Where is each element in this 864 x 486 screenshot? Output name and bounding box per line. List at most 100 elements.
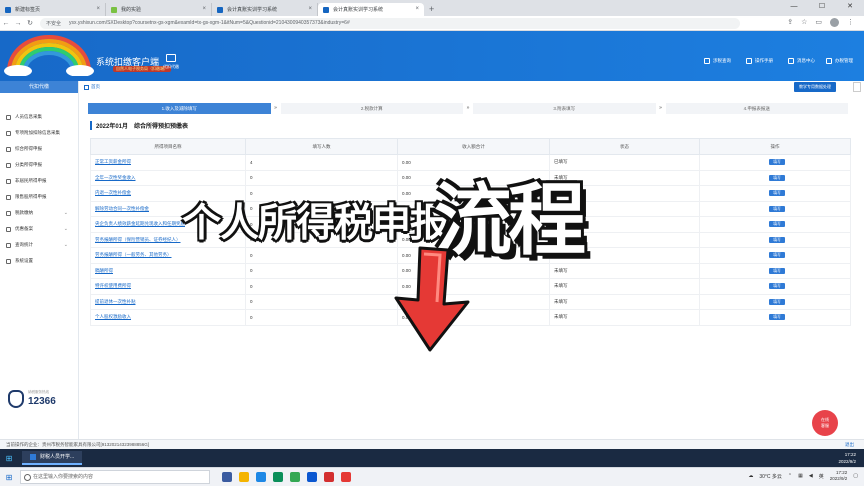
income-item-link[interactable]: 劳务报酬所得（一般劳务、其他劳务） xyxy=(90,247,246,264)
fill-button[interactable]: 填写 xyxy=(769,205,785,212)
fill-button[interactable]: 填写 xyxy=(769,283,785,290)
back-icon[interactable]: ← xyxy=(0,20,12,27)
browser-tab[interactable]: 会计真账实训学习系统 × xyxy=(212,3,318,16)
ime-indicator[interactable]: 英 xyxy=(819,473,824,480)
browser-tab[interactable]: 新建标签页 × xyxy=(0,3,106,16)
document-icon xyxy=(6,146,11,152)
sidebar-item-preference[interactable]: 优惠备案 ⌄ xyxy=(0,221,78,237)
running-app[interactable]: 财税人员开学... xyxy=(22,451,83,465)
security-label[interactable]: 不安全 xyxy=(46,20,61,27)
close-icon[interactable]: × xyxy=(308,6,312,12)
chevron-up-icon[interactable]: ⌃ xyxy=(788,473,792,479)
notification-icon[interactable]: ▢ xyxy=(853,473,858,479)
close-icon[interactable]: × xyxy=(96,6,100,12)
sidebar-item-comprehensive[interactable]: 综合所得申报 xyxy=(0,141,78,157)
browser-tab[interactable]: 我的实验 × xyxy=(106,3,212,16)
page-icon xyxy=(217,6,223,13)
close-icon[interactable]: × xyxy=(415,6,419,12)
chrome-icon[interactable] xyxy=(290,472,300,482)
fill-button[interactable]: 填写 xyxy=(769,221,785,228)
mail-icon[interactable] xyxy=(256,472,266,482)
income-item-link[interactable]: 提前退休一次性补贴 xyxy=(90,294,246,310)
fill-button[interactable]: 填写 xyxy=(769,298,785,305)
header-link-manual[interactable]: 操作手册 xyxy=(746,58,773,64)
taskbar-clock[interactable]: 17:22 2022/9/2 xyxy=(830,470,848,482)
fill-button[interactable]: 填写 xyxy=(769,159,785,166)
filled-count: 0 xyxy=(245,263,398,279)
app-store-icon[interactable] xyxy=(307,472,317,482)
module-daikou[interactable]: 代扣代缴 xyxy=(154,54,188,70)
sidebar-item-tax-payment[interactable]: 税款缴纳 ⌄ xyxy=(0,205,78,221)
step-submit[interactable]: 4.申报表报送 xyxy=(665,103,848,114)
start-button-icon[interactable]: ⊞ xyxy=(0,473,18,482)
task-view-icon[interactable] xyxy=(222,472,232,482)
filled-count: 0 xyxy=(245,294,398,310)
reload-icon[interactable]: ↻ xyxy=(24,19,36,27)
close-icon[interactable]: × xyxy=(202,6,206,12)
fill-button[interactable]: 填写 xyxy=(769,267,785,274)
header-link-query[interactable]: 涉税查询 xyxy=(704,58,731,64)
windows-logo-icon[interactable]: ⊞ xyxy=(0,454,18,463)
url-text: ysx.yshixun.com/SXDesktop?coursetnx-gs-x… xyxy=(69,20,350,26)
step-tax-calc[interactable]: 2.税款计算 xyxy=(280,103,463,114)
sidebar-item-settings[interactable]: 系统设置 xyxy=(0,253,78,269)
url-input[interactable]: 不安全 ysx.yshixun.com/SXDesktop?coursetnx-… xyxy=(40,17,740,29)
fill-button[interactable]: 填写 xyxy=(769,314,785,321)
coin-icon xyxy=(6,210,11,216)
filled-count: 0 xyxy=(245,309,398,326)
step-attachment[interactable]: 3.附表填写 xyxy=(473,103,656,114)
window-icon[interactable]: ▭ xyxy=(815,18,822,27)
minimize-icon[interactable]: — xyxy=(780,0,808,14)
column-header: 操作 xyxy=(699,138,851,155)
sidebar-title: 代扣代缴 xyxy=(0,81,78,93)
network-icon[interactable]: ▦ xyxy=(798,473,803,479)
weather-text[interactable]: 30°C 多云 xyxy=(759,473,782,480)
income-item-link[interactable]: 正常工资薪金所得 xyxy=(90,154,246,171)
operation-cell: 填写 xyxy=(699,170,851,186)
breadcrumb[interactable]: 首页 xyxy=(84,84,100,90)
close-window-icon[interactable]: ✕ xyxy=(836,0,864,14)
taskbar-search-input[interactable]: 在这里输入你要搜索的内容 xyxy=(20,470,210,484)
sidebar-item-query-stats[interactable]: 查询统计 ⌄ xyxy=(0,237,78,253)
fill-button[interactable]: 填写 xyxy=(769,252,785,259)
forward-icon[interactable]: → xyxy=(12,20,24,27)
sidebar-item-personnel[interactable]: 人员信息采集 xyxy=(0,109,78,125)
menu-icon[interactable]: ⋮ xyxy=(847,18,854,27)
star-icon[interactable]: ☆ xyxy=(801,18,807,27)
income-item-link[interactable]: 特许权使用费所得 xyxy=(90,278,246,295)
new-tab-button[interactable]: + xyxy=(429,3,434,16)
browser-toolbar-right: ⇪ ☆ ▭ ⋮ xyxy=(787,18,854,27)
header-link-messages[interactable]: 消息中心 xyxy=(788,58,815,64)
income-item-link[interactable]: 稿酬所得 xyxy=(90,263,246,279)
weather-icon[interactable]: ☁ xyxy=(748,473,753,479)
profile-avatar[interactable] xyxy=(830,18,839,27)
chart-icon xyxy=(6,242,11,248)
fill-button[interactable]: 填写 xyxy=(769,190,785,197)
file-explorer-icon[interactable] xyxy=(239,472,249,482)
table-header-row: 所得项目名称 填写人数 收入额合计 状态 操作 xyxy=(90,138,851,155)
sidebar-item-special-deduction[interactable]: 专项附加扣除信息采集 xyxy=(0,125,78,141)
teaching-data-button[interactable]: 教学专用数据处理 xyxy=(794,82,836,92)
fill-button[interactable]: 填写 xyxy=(769,236,785,243)
sidebar-item-restricted-stock[interactable]: 限售股所得申报 xyxy=(0,189,78,205)
sidebar-item-classified[interactable]: 分类所得申报 xyxy=(0,157,78,173)
step-income[interactable]: 1.收入及减除填写 xyxy=(88,103,271,114)
income-item-link[interactable]: 个人股权激励收入 xyxy=(90,309,246,326)
column-header: 填写人数 xyxy=(245,138,398,155)
list-icon xyxy=(6,130,11,136)
fill-button[interactable]: 填写 xyxy=(769,174,785,181)
scroll-right-button[interactable] xyxy=(853,82,861,92)
maximize-icon[interactable]: ☐ xyxy=(808,0,836,14)
online-service-button[interactable]: 在线 客服 xyxy=(812,410,838,436)
gear-icon xyxy=(826,58,832,64)
sidebar-item-nonresident[interactable]: 非居民所得申报 xyxy=(0,173,78,189)
share-icon[interactable]: ⇪ xyxy=(787,18,793,27)
header-link-manage[interactable]: 办税管理 xyxy=(826,58,853,64)
edge-icon[interactable] xyxy=(273,472,283,482)
video-icon[interactable] xyxy=(341,472,351,482)
income-item-link[interactable]: 全年一次性奖金收入 xyxy=(90,170,246,186)
browser-tab-active[interactable]: 会计真账实训学习系统 × xyxy=(318,3,424,16)
strip-clock: 17:22 2022/9/2 xyxy=(838,452,856,464)
speaker-icon[interactable]: ◀ xyxy=(809,473,813,479)
wps-icon[interactable] xyxy=(324,472,334,482)
